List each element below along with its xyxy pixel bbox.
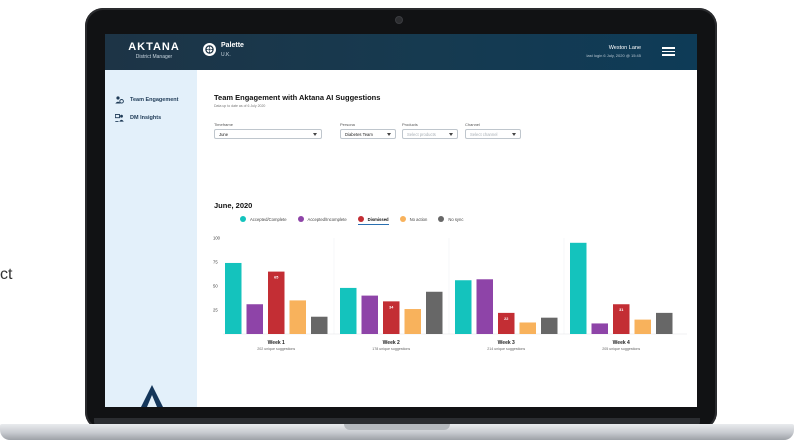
legend-item[interactable]: No action bbox=[399, 216, 428, 225]
x-category-subtitle: 214 unique suggestions bbox=[487, 347, 525, 351]
main-content: Team Engagement with Aktana AI Suggestio… bbox=[197, 70, 697, 407]
sidebar-item-label: DM Insights bbox=[130, 115, 162, 121]
brand-subtitle: District Manager bbox=[135, 54, 173, 60]
sidebar: Team Engagement DM Insights bbox=[105, 70, 197, 407]
y-tick-label: 50 bbox=[213, 284, 218, 289]
legend-label: Accepted/Incomplete bbox=[307, 216, 347, 222]
chevron-down-icon bbox=[313, 132, 317, 136]
app-screen: AKTANA District Manager Palette U.K. Wes… bbox=[105, 34, 697, 407]
aktana-logo-icon bbox=[141, 385, 163, 407]
bar-data-label: 31 bbox=[619, 308, 623, 312]
channel-select[interactable]: Select channel bbox=[465, 129, 521, 139]
user-name[interactable]: Weston Lane bbox=[609, 45, 641, 51]
legend-item[interactable]: Accepted/Complete bbox=[240, 216, 287, 225]
chevron-down-icon bbox=[387, 132, 391, 136]
persona-label: Persona bbox=[340, 122, 355, 127]
side-caption: ct bbox=[0, 266, 13, 283]
legend-label: No action bbox=[409, 216, 428, 222]
chart-bar bbox=[225, 262, 242, 334]
legend-swatch bbox=[297, 216, 304, 222]
sidebar-item-label: Team Engagement bbox=[130, 97, 179, 103]
legend-item[interactable]: No sync bbox=[438, 216, 463, 225]
legend-swatch bbox=[357, 216, 364, 222]
y-tick-label: 75 bbox=[213, 260, 218, 265]
legend-item[interactable]: Dismissed bbox=[357, 216, 389, 225]
chart-bar bbox=[455, 280, 472, 334]
app-header: AKTANA District Manager Palette U.K. Wes… bbox=[105, 34, 697, 70]
chart-bar bbox=[541, 317, 558, 334]
app-region: U.K. bbox=[221, 52, 231, 58]
palette-icon bbox=[203, 43, 216, 56]
persona-select[interactable]: Diabetes Team bbox=[340, 129, 396, 139]
chart-bar bbox=[311, 316, 328, 334]
channel-filter: Channel Select channel bbox=[465, 122, 521, 139]
persona-value: Diabetes Team bbox=[345, 131, 373, 137]
chart-bar bbox=[340, 287, 357, 334]
period-title: June, 2020 bbox=[214, 201, 253, 210]
persona-filter: Persona Diabetes Team bbox=[340, 122, 396, 139]
timeframe-value: June bbox=[219, 131, 229, 137]
products-select[interactable]: Select products bbox=[402, 129, 458, 139]
products-placeholder: Select products bbox=[407, 131, 436, 137]
chart-bar bbox=[656, 312, 673, 334]
legend-label: No sync bbox=[448, 216, 464, 222]
x-category-label: Week 3 bbox=[498, 340, 515, 346]
laptop-notch bbox=[344, 424, 450, 430]
products-filter: Products Select products bbox=[402, 122, 458, 139]
x-category-subtitle: 178 unique suggestions bbox=[372, 347, 410, 351]
bar-data-label: 65 bbox=[274, 276, 278, 280]
chevron-down-icon bbox=[449, 132, 453, 136]
chart-bar bbox=[268, 271, 285, 334]
sidebar-item-team-engagement[interactable]: Team Engagement bbox=[115, 96, 179, 104]
x-category-subtitle: 205 unique suggestions bbox=[602, 347, 640, 351]
chart-bar bbox=[519, 322, 536, 334]
x-category-label: Week 2 bbox=[383, 340, 400, 346]
chart-bar bbox=[404, 309, 421, 334]
legend-swatch bbox=[399, 216, 406, 222]
chart-bar bbox=[289, 300, 306, 334]
chart-legend: Accepted/Complete Accepted/Incomplete Dism… bbox=[240, 216, 463, 225]
chart-bar bbox=[246, 304, 263, 334]
insights-icon bbox=[115, 114, 124, 122]
y-tick-label: 25 bbox=[213, 308, 218, 313]
timeframe-label: Timeframe bbox=[214, 122, 233, 127]
x-category-label: Week 4 bbox=[613, 340, 630, 346]
x-category-subtitle: 202 unique suggestions bbox=[257, 347, 295, 351]
chart-bar bbox=[361, 295, 378, 334]
channel-placeholder: Select channel bbox=[470, 131, 498, 137]
legend-label: Accepted/Complete bbox=[250, 216, 287, 222]
brand-logo[interactable]: AKTANA District Manager bbox=[123, 41, 185, 60]
legend-label: Dismissed bbox=[367, 216, 389, 222]
chart-bar bbox=[591, 323, 608, 334]
team-icon bbox=[115, 96, 124, 104]
chart-bar bbox=[426, 291, 443, 334]
page-title: Team Engagement with Aktana AI Suggestio… bbox=[214, 93, 381, 102]
x-category-label: Week 1 bbox=[268, 340, 285, 346]
engagement-bar-chart: 25 50 75 100 65 Week 1202 unique suggestions 3… bbox=[213, 236, 687, 351]
legend-swatch bbox=[240, 216, 246, 222]
chart-bar bbox=[570, 242, 587, 334]
chart-bar bbox=[634, 319, 651, 334]
sidebar-item-dm-insights[interactable]: DM Insights bbox=[115, 114, 161, 122]
webcam bbox=[395, 16, 403, 24]
y-tick-label: 100 bbox=[213, 236, 221, 241]
timeframe-select[interactable]: June bbox=[214, 129, 322, 139]
app-title: Palette bbox=[221, 42, 244, 49]
brand-name: AKTANA bbox=[128, 41, 180, 53]
bar-data-label: 22 bbox=[504, 317, 508, 321]
chevron-down-icon bbox=[512, 132, 516, 136]
last-login: last login 6 July, 2020 @ 15:45 bbox=[586, 53, 641, 58]
channel-label: Channel bbox=[465, 122, 480, 127]
legend-swatch bbox=[438, 216, 445, 222]
legend-item[interactable]: Accepted/Incomplete bbox=[297, 216, 347, 225]
page-subtitle: Data up to date as of 6 July 2020 bbox=[214, 104, 266, 108]
timeframe-filter: Timeframe June bbox=[214, 122, 322, 139]
chart-bar bbox=[476, 279, 493, 334]
products-label: Products bbox=[402, 122, 418, 127]
hamburger-menu-icon[interactable] bbox=[662, 47, 675, 56]
